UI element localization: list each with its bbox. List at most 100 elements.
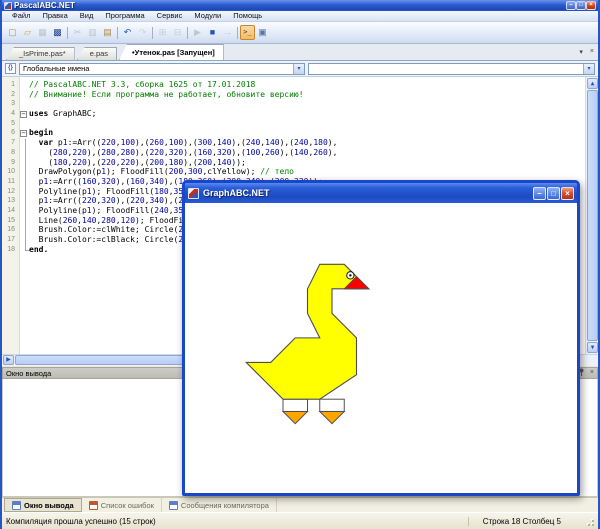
- bottom-tab[interactable]: Сообщения компилятора: [162, 498, 277, 512]
- gwin-minimize-button[interactable]: –: [533, 187, 546, 200]
- scope-combobox[interactable]: Глобальные имена ▾: [19, 63, 305, 75]
- menu-item[interactable]: Файл: [6, 11, 36, 21]
- code-line: 4−uses GraphABC;: [2, 109, 584, 119]
- code-line: 6−begin: [2, 128, 584, 138]
- fold-collapse-icon[interactable]: −: [20, 111, 27, 118]
- line-number: 3: [2, 99, 18, 109]
- menu-item[interactable]: Помощь: [227, 11, 268, 21]
- run-icon[interactable]: ▶: [190, 25, 205, 40]
- redo-icon[interactable]: ↷: [135, 25, 150, 40]
- code-line: 7 var p1:=Arr((220,100),(260,100),(300,1…: [2, 138, 584, 148]
- menu-item[interactable]: Вид: [74, 11, 100, 21]
- graphabc-window-title: GraphABC.NET: [203, 188, 528, 198]
- fold-margin: [18, 187, 29, 197]
- line-number: 18: [2, 245, 18, 255]
- undo-icon[interactable]: ↶: [120, 25, 135, 40]
- window-title: PascalABC.NET: [14, 1, 564, 11]
- output-toggle-icon[interactable]: ▣: [255, 25, 270, 40]
- code-line: 2// Внимание! Если программа не работает…: [2, 90, 584, 100]
- chevron-down-icon[interactable]: ▾: [583, 64, 594, 74]
- document-tab[interactable]: _IsPrime.pas*: [6, 47, 75, 60]
- fold-margin: [18, 158, 29, 168]
- line-number: 11: [2, 177, 18, 187]
- menu-item[interactable]: Программа: [99, 11, 150, 21]
- output-window-icon: [12, 501, 21, 510]
- fold-margin: [18, 99, 29, 109]
- scroll-up-icon[interactable]: ▲: [587, 78, 598, 89]
- duck-leg: [283, 399, 308, 411]
- menu-bar: ФайлПравкаВидПрограммаСервисМодулиПомощь: [2, 11, 598, 22]
- document-tab[interactable]: e.pas: [77, 47, 117, 60]
- app-win-maximize-button[interactable]: □: [576, 1, 586, 10]
- copy-icon[interactable]: ▥: [85, 25, 100, 40]
- graphabc-window-controls: –□×: [532, 187, 574, 200]
- app-icon: [4, 2, 12, 10]
- fold-margin: −: [18, 109, 29, 119]
- graphabc-icon: [188, 188, 199, 199]
- graphabc-window[interactable]: GraphABC.NET –□×: [182, 180, 580, 496]
- fold-margin: [18, 148, 29, 158]
- fold-margin: [18, 90, 29, 100]
- gwin-close-button[interactable]: ×: [561, 187, 574, 200]
- step-icon[interactable]: →: [220, 25, 235, 40]
- menu-item[interactable]: Сервис: [151, 11, 189, 21]
- fold-margin: [18, 245, 29, 255]
- code-line: 8 (280,220),(280,280),(220,320),(160,320…: [2, 148, 584, 158]
- document-tab-bar: _IsPrime.pas*e.pas•Утенок.pas [Запущен] …: [2, 44, 598, 61]
- line-number: 17: [2, 235, 18, 245]
- code-line: 1// PascalABC.NET 3.3, сборка 1625 от 17…: [2, 80, 584, 90]
- tab-close-icon[interactable]: ×: [590, 48, 594, 56]
- code-line: 3: [2, 99, 584, 109]
- open-file-icon[interactable]: ▱: [20, 25, 35, 40]
- close-icon[interactable]: ×: [590, 369, 594, 377]
- resize-grip[interactable]: [585, 517, 594, 526]
- watch-window-icon[interactable]: ⊞: [155, 25, 170, 40]
- scroll-right-icon[interactable]: ▶: [3, 355, 14, 365]
- paste-icon[interactable]: ▤: [100, 25, 115, 40]
- title-bar[interactable]: PascalABC.NET –□×: [2, 0, 598, 11]
- menu-item[interactable]: Правка: [36, 11, 73, 21]
- graphabc-title-bar[interactable]: GraphABC.NET –□×: [185, 183, 577, 203]
- new-file-icon[interactable]: ▢: [5, 25, 20, 40]
- fold-collapse-icon[interactable]: −: [20, 130, 27, 137]
- chevron-down-icon[interactable]: ▾: [293, 64, 304, 74]
- horizontal-scroll-thumb[interactable]: [15, 355, 185, 365]
- code-text: uses GraphABC;: [29, 109, 96, 119]
- line-number: 8: [2, 148, 18, 158]
- fold-margin: [18, 80, 29, 90]
- fold-margin: [18, 216, 29, 226]
- menu-item[interactable]: Модули: [188, 11, 227, 21]
- tab-bar-controls: ▾ ×: [579, 48, 594, 56]
- app-win-minimize-button[interactable]: –: [566, 1, 576, 10]
- bottom-tab[interactable]: Окно вывода: [4, 498, 82, 512]
- stop-icon[interactable]: ■: [205, 25, 220, 40]
- fold-margin: [18, 119, 29, 129]
- member-combobox[interactable]: ▾: [308, 63, 595, 75]
- document-tab[interactable]: •Утенок.pas [Запущен]: [119, 44, 224, 60]
- line-number: 9: [2, 158, 18, 168]
- code-text: // Внимание! Если программа не работает,…: [29, 90, 304, 100]
- save-all-icon[interactable]: ▩: [50, 25, 65, 40]
- code-navigator: {} Глобальные имена ▾ ▾: [2, 61, 598, 77]
- code-text: end.: [29, 245, 48, 255]
- toolbar-separator: [237, 27, 238, 39]
- app-win-close-button[interactable]: ×: [586, 1, 596, 10]
- code-text: var p1:=Arr((220,100),(260,100),(300,140…: [29, 138, 337, 148]
- scroll-down-icon[interactable]: ▼: [587, 342, 598, 353]
- console-toggle-icon[interactable]: >_: [240, 25, 255, 40]
- gwin-maximize-button[interactable]: □: [547, 187, 560, 200]
- bottom-tab-label: Сообщения компилятора: [181, 501, 269, 510]
- scope-combobox-value: Глобальные имена: [23, 64, 89, 73]
- save-icon[interactable]: ▦: [35, 25, 50, 40]
- tab-list-dropdown-icon[interactable]: ▾: [579, 48, 583, 56]
- editor-vertical-scrollbar[interactable]: ▲ ▼: [585, 77, 598, 354]
- window-controls: –□×: [566, 1, 596, 10]
- form-designer-icon[interactable]: ⊟: [170, 25, 185, 40]
- graphabc-canvas[interactable]: [185, 203, 577, 493]
- app-window: PascalABC.NET –□× ФайлПравкаВидПрограмма…: [0, 0, 600, 529]
- cut-icon[interactable]: ✂: [70, 25, 85, 40]
- code-text: begin: [29, 128, 53, 138]
- toolbar-separator: [117, 27, 118, 39]
- vertical-scroll-thumb[interactable]: [587, 90, 598, 341]
- bottom-tab[interactable]: Список ошибок: [82, 498, 162, 512]
